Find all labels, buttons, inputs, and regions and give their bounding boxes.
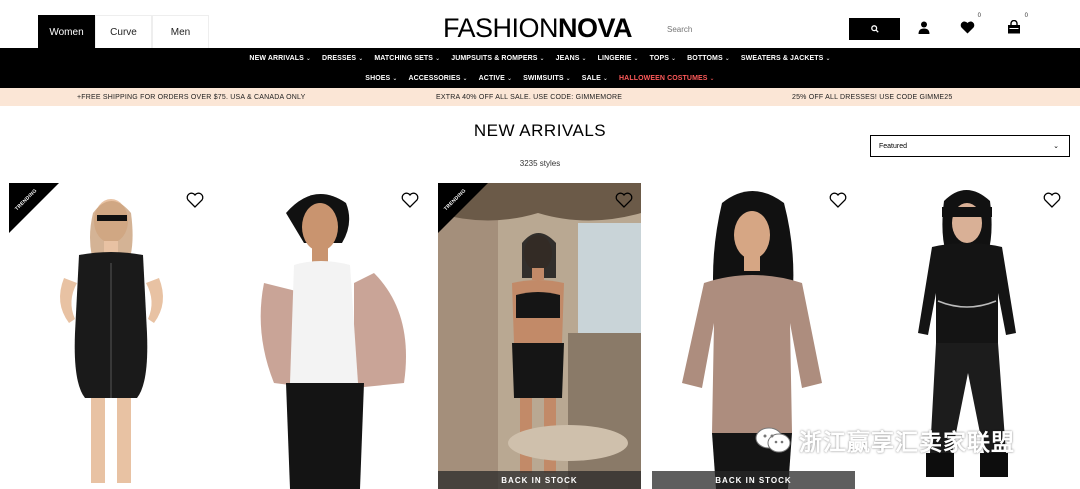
search-input[interactable]	[661, 18, 849, 40]
nav-label: SHOES	[365, 74, 391, 82]
promo-sale-code[interactable]: EXTRA 40% OFF ALL SALE. USE CODE: GIMMEM…	[436, 94, 622, 101]
nav-halloween-costumes[interactable]: HALLOWEEN COSTUMES ⌄	[619, 75, 715, 82]
nav-label: ACTIVE	[478, 74, 505, 82]
heart-icon	[960, 21, 974, 34]
nav-lingerie[interactable]: LINGERIE ⌄	[598, 55, 639, 62]
account-button[interactable]	[914, 17, 934, 37]
chevron-down-icon: ⌄	[539, 55, 545, 62]
chevron-down-icon: ⌄	[633, 55, 639, 62]
heart-outline-icon[interactable]	[186, 191, 204, 209]
watermark-text: 浙江赢享汇卖家联盟	[799, 429, 1015, 455]
user-icon	[918, 21, 930, 34]
product-card[interactable]: TRENDING BACK IN STOCK	[438, 183, 641, 489]
nav-active[interactable]: ACTIVE ⌄	[479, 75, 512, 82]
cart-button[interactable]: 0	[1004, 13, 1028, 37]
wechat-watermark: 浙江赢享汇卖家联盟	[755, 424, 1015, 456]
nav-tops[interactable]: TOPS ⌄	[650, 55, 676, 62]
nav-label: SWIMSUITS	[523, 74, 564, 82]
tab-men[interactable]: Men	[152, 15, 209, 48]
wishlist-button[interactable]: 0	[957, 13, 981, 37]
nav-label: SALE	[581, 74, 601, 82]
cart-count: 0	[1024, 13, 1028, 19]
nav-label: DRESSES	[322, 54, 357, 62]
back-in-stock-label: BACK IN STOCK	[652, 471, 855, 489]
nav-sweaters-jackets[interactable]: SWEATERS & JACKETS ⌄	[741, 55, 831, 62]
top-header: Women Curve Men FASHIONNOVA 0 0	[0, 0, 1080, 48]
chevron-down-icon: ⌄	[1053, 143, 1059, 150]
nav-jumpsuits-rompers[interactable]: JUMPSUITS & ROMPERS ⌄	[451, 55, 544, 62]
promo-bar: +FREE SHIPPING FOR ORDERS OVER $75. USA …	[0, 88, 1080, 106]
nav-label: LINGERIE	[597, 54, 632, 62]
chevron-down-icon: ⌄	[709, 75, 715, 82]
nav-new-arrivals[interactable]: NEW ARRIVALS ⌄	[249, 55, 311, 62]
promo-free-shipping[interactable]: +FREE SHIPPING FOR ORDERS OVER $75. USA …	[77, 94, 306, 101]
style-count: 3235 styles	[519, 159, 561, 168]
chevron-down-icon: ⌄	[671, 55, 677, 62]
logo-light-text: FASHION	[443, 13, 559, 43]
nav-jeans[interactable]: JEANS ⌄	[556, 55, 587, 62]
heart-outline-icon[interactable]	[829, 191, 847, 209]
back-in-stock-label: BACK IN STOCK	[438, 471, 641, 489]
nav-row-2: SHOES ⌄ ACCESSORIES ⌄ ACTIVE ⌄ SWIMSUITS ⌄ S…	[0, 68, 1080, 88]
product-card[interactable]	[224, 183, 427, 489]
nav-sale[interactable]: SALE ⌄	[582, 75, 608, 82]
wishlist-count: 0	[977, 13, 981, 19]
tab-curve[interactable]: Curve	[95, 15, 152, 48]
nav-label: HALLOWEEN COSTUMES	[619, 74, 708, 82]
nav-label: SWEATERS & JACKETS	[740, 54, 824, 62]
nav-accessories[interactable]: ACCESSORIES ⌄	[408, 75, 467, 82]
nav-row-1: NEW ARRIVALS ⌄ DRESSES ⌄ MATCHING SETS ⌄ JU…	[0, 48, 1080, 68]
nav-matching-sets[interactable]: MATCHING SETS ⌄	[374, 55, 440, 62]
nav-bottoms[interactable]: BOTTOMS ⌄	[687, 55, 730, 62]
chevron-down-icon: ⌄	[358, 55, 364, 62]
search-box	[660, 17, 900, 40]
nav-label: JEANS	[555, 54, 580, 62]
chevron-down-icon: ⌄	[565, 75, 571, 82]
search-icon	[870, 25, 879, 33]
shopping-bag-icon	[1008, 20, 1020, 34]
product-image	[224, 183, 427, 489]
nav-label: JUMPSUITS & ROMPERS	[451, 54, 538, 62]
chevron-down-icon: ⌄	[435, 55, 441, 62]
chevron-down-icon: ⌄	[392, 75, 398, 82]
main-navigation: NEW ARRIVALS ⌄ DRESSES ⌄ MATCHING SETS ⌄ JU…	[0, 48, 1080, 88]
nav-shoes[interactable]: SHOES ⌄	[365, 75, 397, 82]
chevron-down-icon: ⌄	[724, 55, 730, 62]
tab-women[interactable]: Women	[38, 15, 95, 48]
logo-bold-text: NOVA	[558, 13, 633, 43]
nav-label: BOTTOMS	[687, 54, 723, 62]
sort-selected-value: Featured	[879, 142, 908, 150]
chevron-down-icon: ⌄	[305, 55, 312, 62]
chevron-down-icon: ⌄	[462, 75, 468, 82]
heart-outline-icon[interactable]	[1043, 191, 1061, 209]
wechat-icon	[755, 427, 791, 453]
nav-label: TOPS	[649, 54, 669, 62]
nav-label: ACCESSORIES	[408, 74, 461, 82]
gender-tabs: Women Curve Men	[38, 15, 209, 48]
sort-dropdown[interactable]: Featured ⌄	[870, 135, 1070, 157]
nav-label: MATCHING SETS	[374, 54, 434, 62]
nav-dresses[interactable]: DRESSES ⌄	[322, 55, 363, 62]
product-card[interactable]: TRENDING	[9, 183, 212, 489]
heart-outline-icon[interactable]	[615, 191, 633, 209]
chevron-down-icon: ⌄	[602, 75, 609, 82]
heart-outline-icon[interactable]	[401, 191, 419, 209]
fashion-nova-logo[interactable]: FASHIONNOVA	[443, 13, 633, 43]
chevron-down-icon: ⌄	[825, 55, 831, 62]
promo-dresses-code[interactable]: 25% OFF ALL DRESSES! USE CODE GIMME25	[792, 94, 952, 101]
search-button[interactable]	[849, 18, 900, 40]
nav-label: NEW ARRIVALS	[249, 54, 304, 62]
nav-swimsuits[interactable]: SWIMSUITS ⌄	[523, 75, 571, 82]
chevron-down-icon: ⌄	[581, 55, 587, 62]
chevron-down-icon: ⌄	[506, 75, 513, 82]
